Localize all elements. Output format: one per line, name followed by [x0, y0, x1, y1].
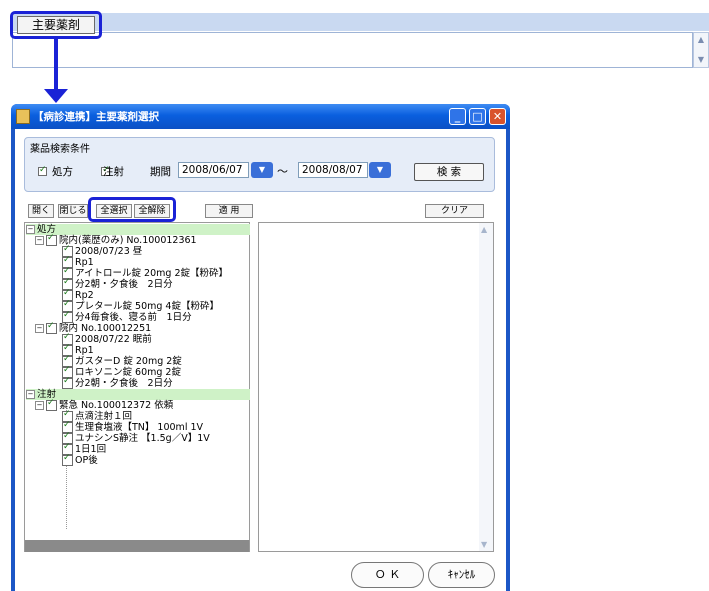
top-text-field[interactable]: [12, 32, 693, 68]
tree-item[interactable]: 生理食塩液【TN】 100ml 1V: [62, 420, 204, 433]
date-from-dropdown-icon[interactable]: ▼: [251, 162, 273, 178]
cancel-button[interactable]: ｷｬﾝｾﾙ: [428, 562, 495, 588]
tree-item[interactable]: プレタール錠 50mg 4錠【粉砕】: [62, 299, 219, 312]
ok-button[interactable]: Ｏ Ｋ: [351, 562, 424, 588]
tree-item-label: ロキソニン錠 60mg 2錠: [75, 367, 181, 378]
scroll-up-icon[interactable]: ▲: [696, 35, 706, 45]
minimize-button[interactable]: _: [449, 108, 466, 125]
tree-item-label: 生理食塩液【TN】 100ml 1V: [75, 422, 204, 433]
date-from-field[interactable]: 2008/06/07: [178, 162, 249, 178]
highlight-box: [88, 197, 176, 222]
search-button[interactable]: 検 索: [414, 163, 484, 181]
tree-item-label: 点滴注射１回: [75, 411, 133, 422]
scroll-down-icon[interactable]: ▼: [481, 540, 487, 549]
tree-item-label: Rp1: [75, 345, 94, 356]
tree-checkbox[interactable]: [46, 398, 57, 411]
tree-item[interactable]: 分2朝・夕食後 2日分: [62, 376, 173, 389]
tree-item-label: 2008/07/23 昼: [75, 246, 143, 257]
drug-tree[interactable]: −処方 −院内(薬歴のみ) No.100012361 2008/07/23 昼 …: [24, 222, 250, 552]
tree-item-label: Rp2: [75, 290, 94, 301]
tree-checkbox[interactable]: [46, 321, 57, 334]
tree-footer-bar: [25, 540, 249, 552]
tree-guide: [66, 463, 67, 529]
detail-scrollbar[interactable]: ▲ ▼: [479, 223, 493, 551]
collapse-icon[interactable]: −: [26, 390, 35, 399]
tree-item[interactable]: 分4毎食後、寝る前 1日分: [62, 310, 192, 323]
date-to-field[interactable]: 2008/08/07: [298, 162, 368, 178]
collapse-icon[interactable]: −: [35, 324, 44, 333]
arrow-down-icon: [44, 89, 68, 103]
tree-item[interactable]: ロキソニン錠 60mg 2錠: [62, 365, 181, 378]
maximize-button[interactable]: □: [469, 108, 486, 125]
highlight-box: [10, 11, 102, 39]
tree-item-label: 2008/07/22 眠前: [75, 334, 152, 345]
tree-item-label: 院内 No.100012251: [59, 323, 152, 334]
tree-item[interactable]: ガスターD 錠 20mg 2錠: [62, 354, 182, 367]
top-scrollbar[interactable]: ▲ ▼: [693, 32, 709, 68]
tree-item-label: アイトロール錠 20mg 2錠【粉砕】: [75, 268, 228, 279]
arrow-shaft: [54, 39, 58, 91]
range-separator: ～: [277, 165, 288, 178]
date-to-dropdown-icon[interactable]: ▼: [369, 162, 391, 178]
selected-drugs-panel[interactable]: [258, 222, 494, 552]
tree-item-label: 緊急 No.100012372 依頼: [59, 400, 174, 411]
period-label: 期間: [150, 166, 171, 178]
clear-button[interactable]: クリア: [425, 204, 484, 218]
tree-item[interactable]: 2008/07/22 眠前: [62, 332, 152, 345]
collapse-button[interactable]: 閉じる: [58, 204, 88, 218]
scroll-down-icon[interactable]: ▼: [696, 55, 706, 65]
close-button[interactable]: ✕: [489, 108, 506, 125]
tree-section[interactable]: − 処方: [26, 224, 250, 235]
tree-item[interactable]: − 院内 No.100012251: [35, 321, 152, 334]
tree-item-label: 1日1回: [75, 444, 107, 455]
tree-item[interactable]: ユナシンS静注 【1.5g／V】1V: [62, 431, 210, 444]
window-title: 【病診連携】主要薬剤選択: [33, 111, 159, 123]
tree-item-label: 分2朝・夕食後 2日分: [75, 279, 173, 290]
tree-item-label: 分4毎食後、寝る前 1日分: [75, 312, 192, 323]
tree-checkbox[interactable]: [46, 233, 57, 246]
search-conditions-title: 薬品検索条件: [30, 144, 90, 155]
injection-label: 注射: [103, 166, 124, 178]
tree-item-label: 院内(薬歴のみ) No.100012361: [59, 235, 197, 246]
tree-item-label: プレタール錠 50mg 4錠【粉砕】: [75, 301, 219, 312]
prescription-label: 処方: [52, 166, 73, 178]
tree-checkbox[interactable]: [62, 310, 73, 323]
tree-item-label: ユナシンS静注 【1.5g／V】1V: [75, 433, 210, 444]
scroll-up-icon[interactable]: ▲: [481, 225, 487, 234]
expand-button[interactable]: 開く: [28, 204, 54, 218]
tree-item[interactable]: 点滴注射１回: [62, 409, 133, 422]
tree-item[interactable]: 2008/07/23 昼: [62, 244, 143, 257]
tree-item-label: Rp1: [75, 257, 94, 268]
app-icon: [16, 109, 30, 124]
collapse-icon[interactable]: −: [26, 225, 35, 234]
apply-button[interactable]: 適 用: [205, 204, 253, 218]
prescription-checkbox[interactable]: [38, 165, 47, 176]
collapse-icon[interactable]: −: [35, 236, 44, 245]
tree-checkbox[interactable]: [62, 376, 73, 389]
tree-item-label: OP後: [75, 455, 98, 466]
top-bar: [12, 13, 709, 31]
tree-item[interactable]: − 院内(薬歴のみ) No.100012361: [35, 233, 197, 246]
collapse-icon[interactable]: −: [35, 401, 44, 410]
tree-item[interactable]: 分2朝・夕食後 2日分: [62, 277, 173, 290]
tree-item-label: ガスターD 錠 20mg 2錠: [75, 356, 182, 367]
tree-item[interactable]: OP後: [62, 453, 98, 466]
tree-checkbox[interactable]: [62, 453, 73, 466]
tree-item[interactable]: アイトロール錠 20mg 2錠【粉砕】: [62, 266, 228, 279]
tree-section[interactable]: − 注射: [26, 389, 250, 400]
tree-item[interactable]: − 緊急 No.100012372 依頼: [35, 398, 174, 411]
tree-item-label: 分2朝・夕食後 2日分: [75, 378, 173, 389]
